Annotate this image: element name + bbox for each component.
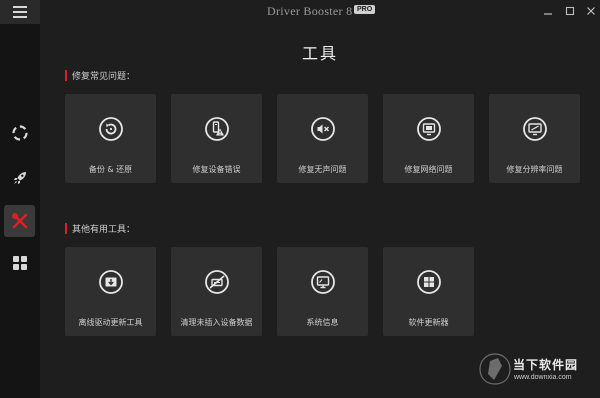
tile-label: 备份 & 还原 — [88, 165, 133, 174]
tile-label: 修复网络问题 — [404, 165, 453, 174]
section-heading-text: 其他有用工具： — [72, 224, 136, 235]
tile-label: 修复无声问题 — [298, 165, 347, 174]
tools-icon — [11, 212, 27, 229]
section-heading-text: 修复常见问题： — [72, 71, 136, 82]
backup-restore-icon — [99, 117, 123, 141]
maximize-button[interactable] — [562, 3, 578, 19]
close-button[interactable] — [583, 3, 599, 19]
apps-grid-icon — [13, 256, 27, 270]
tile-label: 修复分辨率问题 — [506, 165, 563, 174]
sidebar — [0, 0, 40, 398]
network-icon — [417, 117, 441, 141]
tile-label: 离线驱动更新工具 — [78, 318, 143, 327]
section-accent-bar — [65, 69, 67, 81]
sidebar-item-apps[interactable] — [0, 247, 40, 279]
tile-no-sound[interactable]: 修复无声问题 — [277, 94, 368, 183]
watermark-text: 当下软件园 — [513, 358, 579, 372]
tile-label: 软件更新器 — [408, 318, 449, 327]
tile-resolution[interactable]: 修复分辨率问题 — [489, 94, 580, 183]
resolution-icon — [523, 117, 547, 141]
minimize-icon — [544, 13, 552, 15]
tile-software-updater[interactable]: 软件更新器 — [383, 247, 474, 336]
watermark-url: www.downxia.com — [514, 374, 572, 381]
section-heading-fix-common: 修复常见问题： — [65, 69, 136, 82]
tile-device-error[interactable]: 修复设备错误 — [171, 94, 262, 183]
tile-label: 修复设备错误 — [192, 165, 241, 174]
tile-offline-update[interactable]: 离线驱动更新工具 — [65, 247, 156, 336]
system-info-icon — [311, 270, 335, 294]
pro-badge: PRO — [354, 5, 376, 14]
section-accent-bar — [65, 222, 67, 234]
title-bar: Driver Booster 8 PRO — [40, 0, 600, 24]
downxia-logo-icon — [479, 353, 511, 385]
scan-icon — [12, 125, 28, 141]
sidebar-item-scan[interactable] — [0, 117, 40, 149]
watermark: 当下软件园 www.downxia.com — [478, 350, 598, 392]
tile-network[interactable]: 修复网络问题 — [383, 94, 474, 183]
sidebar-item-boost[interactable] — [0, 162, 40, 194]
no-sound-icon — [311, 117, 335, 141]
close-icon — [587, 7, 595, 15]
tile-label: 系统信息 — [306, 318, 339, 327]
hamburger-menu-icon[interactable] — [0, 0, 40, 24]
app-title: Driver Booster 8 — [267, 4, 353, 18]
device-error-icon — [205, 117, 229, 141]
software-updater-icon — [417, 270, 441, 294]
tile-system-info[interactable]: 系统信息 — [277, 247, 368, 336]
minimize-button[interactable] — [540, 3, 556, 19]
section-heading-other-tools: 其他有用工具： — [65, 222, 136, 235]
tile-clean-device-data[interactable]: 清理未插入设备数据 — [171, 247, 262, 336]
rocket-icon — [14, 172, 26, 184]
tile-label: 清理未插入设备数据 — [180, 318, 253, 327]
offline-update-icon — [99, 270, 123, 294]
tile-backup-restore[interactable]: 备份 & 还原 — [65, 94, 156, 183]
page-title: 工具 — [301, 44, 338, 63]
sidebar-item-tools[interactable] — [4, 205, 35, 237]
clean-device-data-icon — [205, 270, 229, 294]
maximize-icon — [565, 6, 575, 16]
